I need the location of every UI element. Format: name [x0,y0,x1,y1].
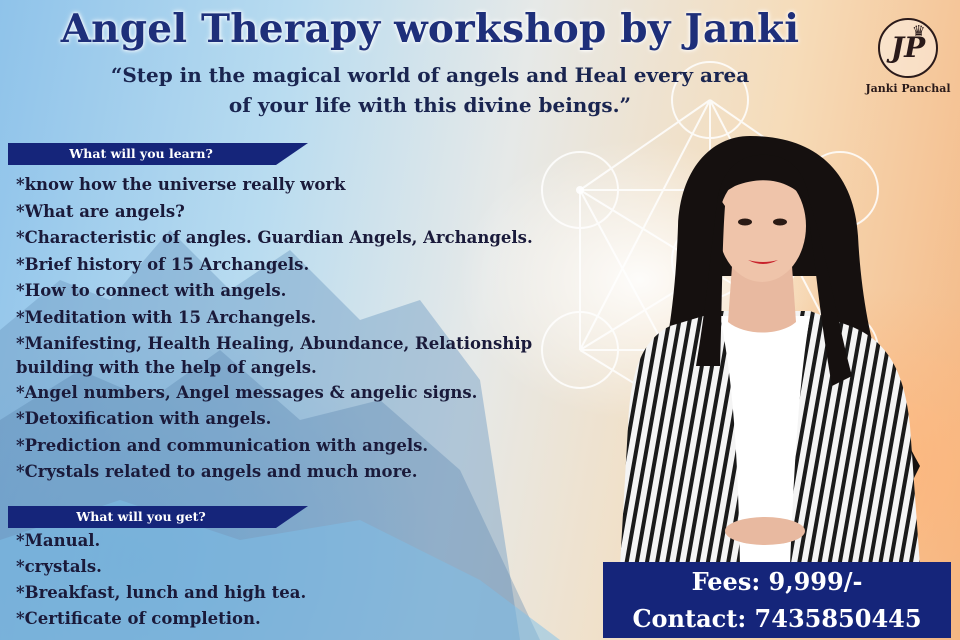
contact-phone-text[interactable]: Contact: 7435850445 [603,602,951,636]
crown-icon: ♛ [912,22,926,40]
get-section-heading: What will you get? [8,506,308,528]
list-item: *Brief history of 15 Archangels. [16,254,310,274]
list-item: *Breakfast, lunch and high tea. [16,583,307,602]
learn-list: *know how the universe really work *What… [16,172,533,486]
logo-name: Janki Panchal [865,82,951,95]
list-item: *What are angels? [16,201,185,221]
list-item: *Detoxification with angels. [16,409,272,429]
subtitle-quote: “Step in the magical world of angels and… [100,60,760,120]
list-item: *Manifesting, Health Healing, Abundance,… [16,333,533,353]
list-item: *Certificate of completion. [16,609,261,628]
list-item: *Characteristic of angles. Guardian Ange… [16,228,533,248]
learn-section-heading: What will you learn? [8,143,308,165]
workshop-poster: Angel Therapy workshop by Janki “Step in… [0,0,960,640]
subtitle-line-2: of your life with this divine beings.” [228,93,632,117]
fees-contact-box: Fees: 9,999/- Contact: 7435850445 [603,562,951,638]
page-title: Angel Therapy workshop by Janki [60,6,800,52]
presenter-photo [620,136,920,566]
subtitle-line-1: “Step in the magical world of angels and… [110,63,750,87]
list-item: *know how the universe really work [16,175,346,194]
list-item: *Prediction and communication with angel… [16,435,429,455]
list-item: *Manual. [16,531,101,550]
logo-circle: ♛ JP [878,18,938,78]
get-list: *Manual. *crystals. *Breakfast, lunch an… [16,528,306,632]
list-item: *crystals. [16,557,102,576]
list-item: *How to connect with angels. [16,281,287,301]
list-item: *Meditation with 15 Archangels. [16,307,317,327]
brand-logo: ♛ JP Janki Panchal [860,4,956,114]
list-item: *Crystals related to angels and much mor… [16,462,418,482]
list-item: *Angel numbers, Angel messages & angelic… [16,382,478,402]
list-item-continued: building with the help of angels. [16,357,317,377]
fees-text: Fees: 9,999/- [691,567,863,596]
